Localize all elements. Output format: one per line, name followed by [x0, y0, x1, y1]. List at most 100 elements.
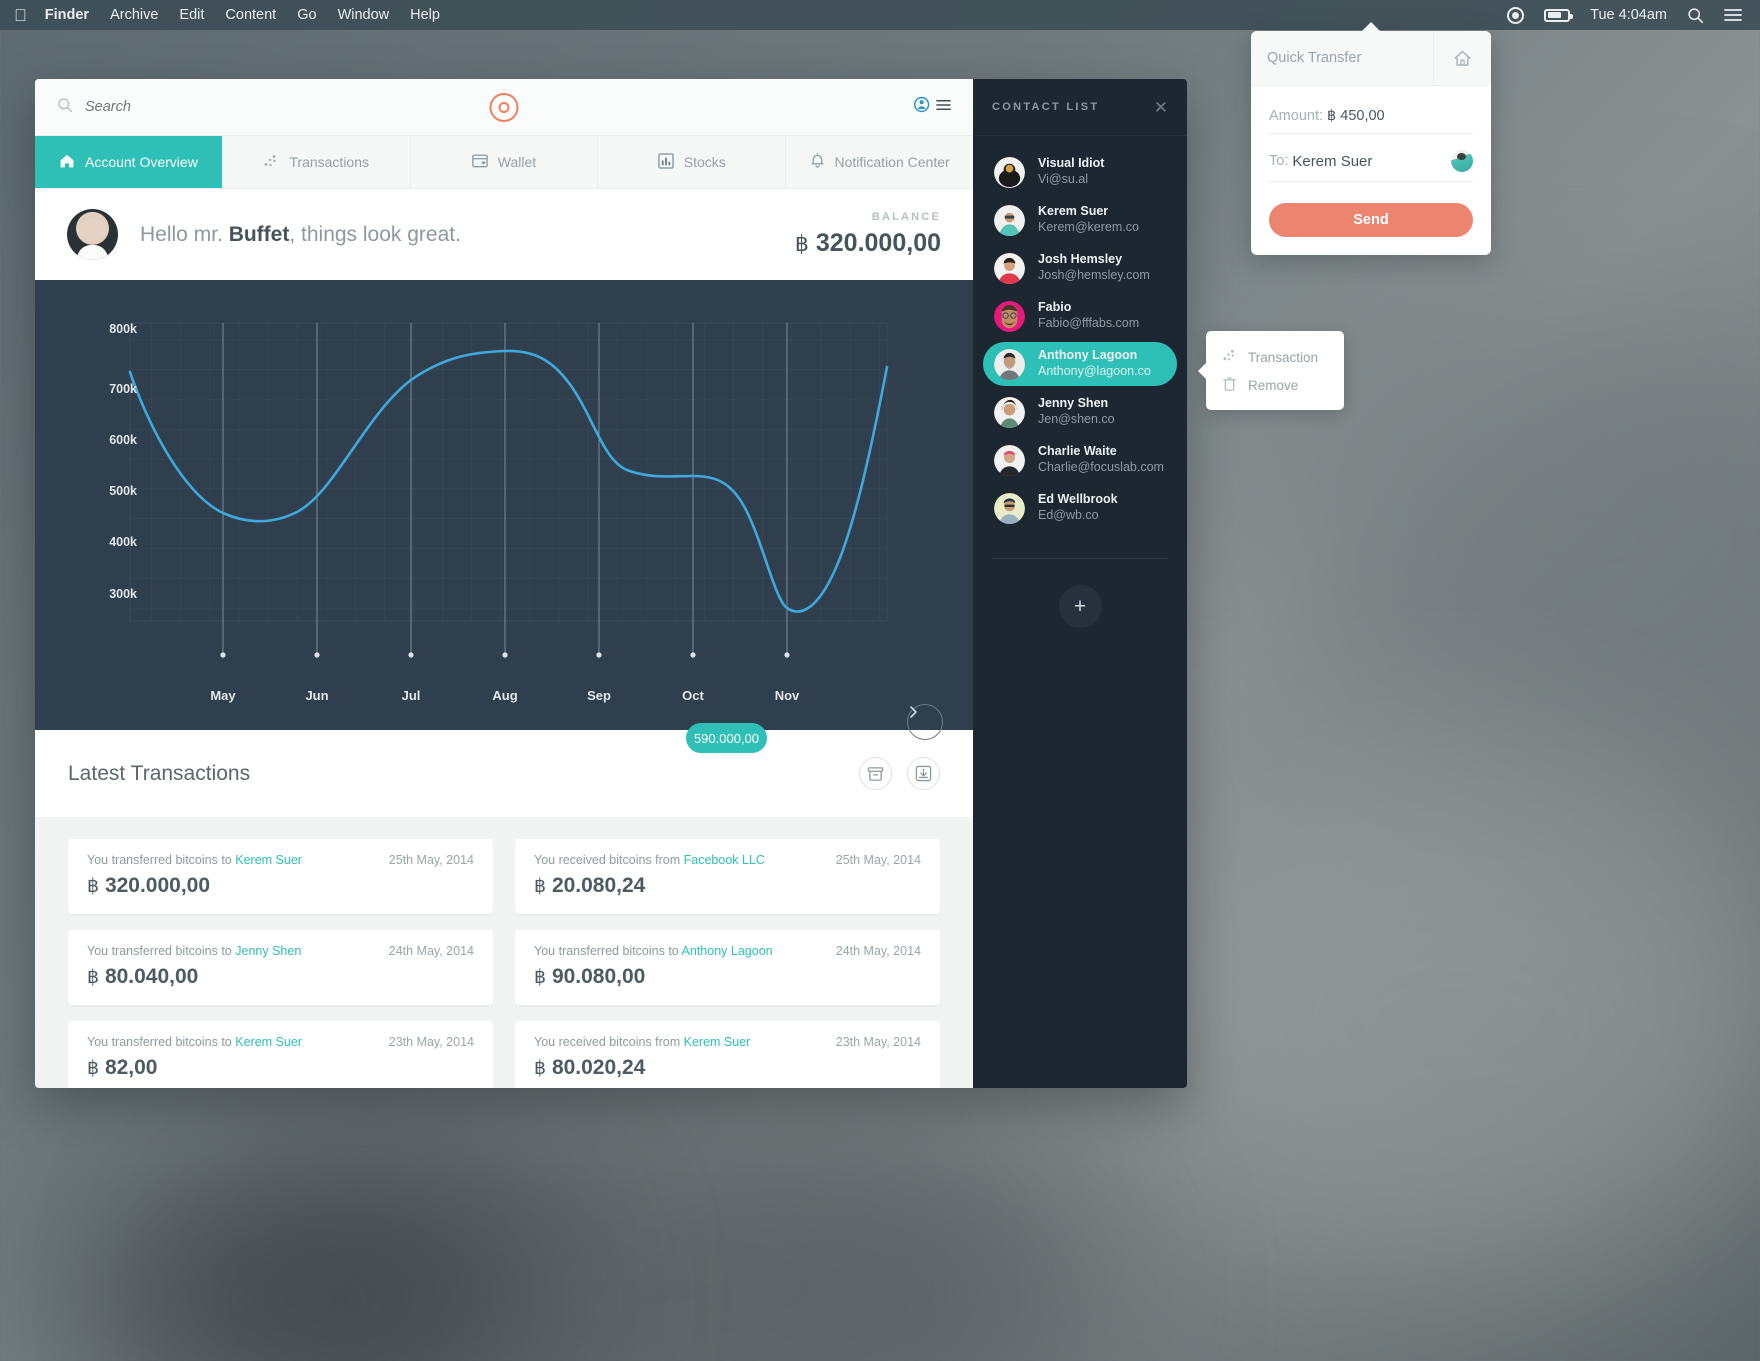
- tab-notification-center[interactable]: Notification Center: [786, 136, 973, 188]
- transaction-date: 25th May, 2014: [388, 853, 474, 867]
- menubar-item-content[interactable]: Content: [225, 7, 276, 23]
- transaction-card[interactable]: You transferred bitcoins to Anthony Lago…: [515, 930, 940, 1005]
- contact-item-charlie-waite[interactable]: Charlie Waite Charlie@focuslab.com: [983, 438, 1177, 482]
- transaction-party[interactable]: Kerem Suer: [235, 1035, 302, 1049]
- quick-transfer-recipient-field[interactable]: To: Kerem Suer: [1269, 144, 1473, 182]
- bitcoin-symbol: ฿: [794, 231, 809, 256]
- y-tick-label: 600k: [109, 433, 137, 447]
- tab-stocks[interactable]: Stocks: [598, 136, 787, 188]
- quick-transfer-amount-field[interactable]: Amount: ฿ 450,00: [1269, 102, 1473, 134]
- contact-item-fabio[interactable]: Fabio Fabio@fffabs.com: [983, 294, 1177, 338]
- tab-label: Account Overview: [84, 154, 198, 170]
- transaction-date: 23th May, 2014: [388, 1035, 474, 1049]
- battery-icon[interactable]: [1544, 8, 1574, 22]
- apple-icon[interactable]: : [14, 7, 27, 24]
- transaction-party[interactable]: Facebook LLC: [684, 853, 765, 867]
- transactions-list: You transferred bitcoins to Kerem Suer 2…: [35, 817, 973, 1088]
- user-badge-icon[interactable]: [913, 95, 932, 119]
- menubar-item-archive[interactable]: Archive: [110, 7, 158, 23]
- contact-name: Visual Idiot: [1038, 156, 1105, 171]
- amount-label: Amount:: [1269, 108, 1323, 124]
- home-icon[interactable]: [1433, 31, 1491, 85]
- x-tick-label: Sep: [587, 688, 611, 703]
- divider: [992, 558, 1168, 559]
- context-menu-item-transaction[interactable]: Transaction: [1206, 343, 1344, 371]
- contact-item-visual-idiot[interactable]: Visual Idiot Vi@su.al: [983, 150, 1177, 194]
- list-icon[interactable]: [936, 98, 951, 117]
- context-menu-item-remove[interactable]: Remove: [1206, 371, 1344, 399]
- transaction-description: You transferred bitcoins to Anthony Lago…: [534, 944, 773, 958]
- avatar: [994, 204, 1025, 236]
- hamburger-menu-icon[interactable]: [1724, 8, 1742, 22]
- menubar-item-help[interactable]: Help: [410, 7, 440, 23]
- contact-item-jenny-shen[interactable]: Jenny Shen Jen@shen.co: [983, 390, 1177, 434]
- balance-chart: 800k 700k 600k 500k 400k 300k May Jun Ju…: [35, 280, 973, 753]
- menubar-item-go[interactable]: Go: [297, 7, 316, 23]
- contact-item-josh-hemsley[interactable]: Josh Hemsley Josh@hemsley.com: [983, 246, 1177, 290]
- desktop-backdrop-blob: [1100, 760, 1760, 1280]
- avatar: [994, 300, 1025, 332]
- app-search-bar: [35, 79, 973, 136]
- send-button[interactable]: Send: [1269, 203, 1473, 237]
- contact-item-kerem-suer[interactable]: Kerem Suer Kerem@kerem.co: [983, 198, 1177, 242]
- download-icon[interactable]: [907, 757, 940, 790]
- contact-item-ed-wellbrook[interactable]: Ed Wellbrook Ed@wb.co: [983, 486, 1177, 530]
- transaction-card[interactable]: You transferred bitcoins to Kerem Suer 2…: [68, 839, 493, 914]
- bitcoin-symbol: ฿: [534, 876, 547, 897]
- y-tick-label: 700k: [109, 382, 137, 396]
- transaction-party[interactable]: Anthony Lagoon: [682, 944, 773, 958]
- tab-wallet[interactable]: Wallet: [411, 136, 599, 188]
- transaction-desc-prefix: You transferred bitcoins to: [87, 853, 236, 867]
- transaction-card[interactable]: You transferred bitcoins to Kerem Suer 2…: [68, 1021, 493, 1088]
- greeting-name: Buffet: [228, 222, 290, 246]
- transaction-amount-value: 90.080,00: [551, 965, 646, 988]
- contact-item-anthony-lagoon[interactable]: Anthony Lagoon Anthony@lagoon.co: [983, 342, 1177, 386]
- menubar-item-finder[interactable]: Finder: [45, 7, 89, 23]
- dashboard-main-panel: Account Overview Transactions Wallet Sto…: [35, 79, 973, 1088]
- contact-name: Kerem Suer: [1038, 204, 1109, 219]
- transaction-amount: ฿ 20.080,24: [534, 874, 921, 898]
- context-menu-arrow: [1198, 363, 1206, 379]
- avatar: [994, 252, 1025, 284]
- search-icon[interactable]: [1687, 7, 1704, 24]
- tab-label: Transactions: [289, 154, 369, 170]
- add-contact-button[interactable]: +: [1058, 585, 1102, 628]
- transaction-amount: ฿ 80.040,00: [87, 965, 474, 989]
- transaction-card[interactable]: You transferred bitcoins to Jenny Shen 2…: [68, 930, 493, 1005]
- tab-transactions[interactable]: Transactions: [223, 136, 411, 188]
- contact-name: Fabio: [1038, 300, 1072, 315]
- close-icon[interactable]: ✕: [1154, 99, 1168, 116]
- greeting-text: Hello mr. Buffet, things look great.: [140, 223, 461, 247]
- transaction-card[interactable]: You received bitcoins from Facebook LLC …: [515, 839, 940, 914]
- quick-transfer-title: Quick Transfer: [1267, 50, 1362, 66]
- home-icon: [59, 153, 75, 172]
- menubar-item-edit[interactable]: Edit: [179, 7, 204, 23]
- contact-email: Anthony@lagoon.co: [1038, 364, 1151, 378]
- transaction-party[interactable]: Jenny Shen: [235, 944, 301, 958]
- transaction-description: You transferred bitcoins to Kerem Suer: [87, 853, 302, 867]
- chart-next-button[interactable]: [907, 704, 943, 740]
- avatar: [994, 156, 1025, 188]
- bell-icon: [810, 152, 825, 172]
- record-icon[interactable]: [1507, 6, 1525, 24]
- transaction-amount-value: 20.080,24: [551, 874, 646, 897]
- transaction-description: You received bitcoins from Kerem Suer: [534, 1035, 750, 1049]
- transaction-party[interactable]: Kerem Suer: [684, 1035, 751, 1049]
- x-tick-label: Nov: [774, 688, 800, 703]
- archive-box-icon[interactable]: [859, 757, 892, 790]
- menubar-item-window[interactable]: Window: [338, 7, 390, 23]
- contact-list-sidebar: CONTACT LIST ✕ Visual Idiot Vi@su.al Ker…: [973, 79, 1187, 1088]
- tab-account-overview[interactable]: Account Overview: [35, 136, 223, 188]
- menubar-clock[interactable]: Tue 4:04am: [1590, 7, 1667, 23]
- wallet-icon: [471, 153, 488, 171]
- transaction-amount: ฿ 90.080,00: [534, 965, 921, 989]
- transaction-amount: ฿ 80.020,24: [534, 1056, 921, 1080]
- transaction-card[interactable]: You received bitcoins from Kerem Suer 23…: [515, 1021, 940, 1088]
- tab-label: Wallet: [497, 154, 537, 170]
- transaction-desc-prefix: You received bitcoins from: [534, 853, 684, 867]
- search-input[interactable]: [85, 99, 385, 115]
- to-value: Kerem Suer: [1292, 152, 1373, 170]
- transaction-party[interactable]: Kerem Suer: [235, 853, 302, 867]
- avatar: [994, 348, 1025, 380]
- tab-label: Notification Center: [834, 154, 950, 170]
